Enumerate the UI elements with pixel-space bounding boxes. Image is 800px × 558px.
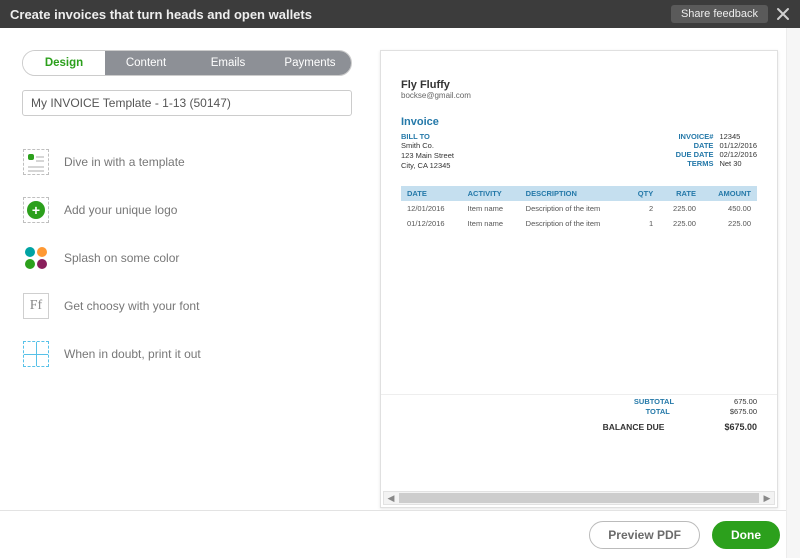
option-print[interactable]: When in doubt, print it out [22,330,352,378]
scroll-right-icon[interactable]: ▶ [760,493,774,504]
main-area: Design Content Emails Payments Dive in w… [0,28,800,508]
option-template[interactable]: Dive in with a template [22,138,352,186]
col-activity: ACTIVITY [462,186,520,201]
option-template-label: Dive in with a template [64,155,185,169]
template-name-input[interactable] [22,90,352,116]
page-header: Create invoices that turn heads and open… [0,0,800,28]
close-icon[interactable] [776,7,790,21]
option-color-label: Splash on some color [64,251,179,265]
meta-due-label: DUE DATE [661,150,713,159]
col-qty: QTY [626,186,660,201]
balance-label: BALANCE DUE [603,422,665,432]
option-font-label: Get choosy with your font [64,299,199,313]
done-button[interactable]: Done [712,521,780,549]
divider [381,394,777,395]
bill-to-name: Smith Co. [401,141,454,151]
invoice-doc-title: Invoice [401,116,454,128]
option-color[interactable]: Splash on some color [22,234,352,282]
total-value: $675.00 [730,407,757,416]
meta-due-value: 02/12/2016 [719,150,757,159]
table-row: 01/12/2016 Item name Description of the … [401,216,757,231]
bill-to-label: BILL TO [401,132,454,141]
template-icon [22,148,50,176]
color-palette-icon [22,244,50,272]
scroll-left-icon[interactable]: ◀ [384,493,398,504]
company-email: bockse@gmail.com [401,91,757,100]
meta-terms-label: TERMS [661,159,713,168]
bill-to-city: City, CA 12345 [401,161,454,171]
balance-value: $675.00 [724,422,757,432]
tab-content[interactable]: Content [105,51,187,75]
header-actions: Share feedback [671,5,790,23]
tab-emails[interactable]: Emails [187,51,269,75]
table-row: 12/01/2016 Item name Description of the … [401,201,757,216]
invoice-header: Invoice BILL TO Smith Co. 123 Main Stree… [401,116,757,170]
bill-to-street: 123 Main Street [401,151,454,161]
invoice-line-table: DATE ACTIVITY DESCRIPTION QTY RATE AMOUN… [401,186,757,231]
option-print-label: When in doubt, print it out [64,347,201,361]
scroll-thumb[interactable] [399,493,759,503]
invoice-totals: SUBTOTAL 675.00 TOTAL $675.00 BALANCE DUE $… [603,397,757,433]
add-logo-icon: + [22,196,50,224]
horizontal-scrollbar[interactable]: ◀ ▶ [383,491,775,505]
invoice-preview-container: Fly Fluffy bockse@gmail.com Invoice BILL… [380,50,778,508]
vertical-scrollbar[interactable] [786,28,800,558]
subtotal-value: 675.00 [734,397,757,406]
col-date: DATE [401,186,462,201]
share-feedback-button[interactable]: Share feedback [671,5,768,23]
option-logo-label: Add your unique logo [64,203,177,217]
col-description: DESCRIPTION [520,186,626,201]
meta-terms-value: Net 30 [719,159,741,168]
tab-design[interactable]: Design [23,51,105,75]
preview-pdf-button[interactable]: Preview PDF [589,521,700,549]
tab-payments[interactable]: Payments [269,51,351,75]
invoice-meta: INVOICE# 12345 DATE 01/12/2016 DUE DATE 02/… [661,116,757,170]
meta-date-value: 01/12/2016 [719,141,757,150]
tab-bar: Design Content Emails Payments [22,50,352,76]
subtotal-label: SUBTOTAL [634,397,674,406]
meta-invoice-label: INVOICE# [661,132,713,141]
font-icon: Ff [22,292,50,320]
invoice-preview: Fly Fluffy bockse@gmail.com Invoice BILL… [380,50,778,508]
print-margins-icon [22,340,50,368]
page-title: Create invoices that turn heads and open… [10,7,312,22]
total-label: TOTAL [646,407,670,416]
page-footer: Preview PDF Done [0,510,800,558]
design-panel: Design Content Emails Payments Dive in w… [22,50,352,508]
option-logo[interactable]: + Add your unique logo [22,186,352,234]
meta-invoice-value: 12345 [719,132,740,141]
option-font[interactable]: Ff Get choosy with your font [22,282,352,330]
company-name: Fly Fluffy [401,79,757,91]
col-amount: AMOUNT [702,186,757,201]
col-rate: RATE [659,186,702,201]
meta-date-label: DATE [661,141,713,150]
